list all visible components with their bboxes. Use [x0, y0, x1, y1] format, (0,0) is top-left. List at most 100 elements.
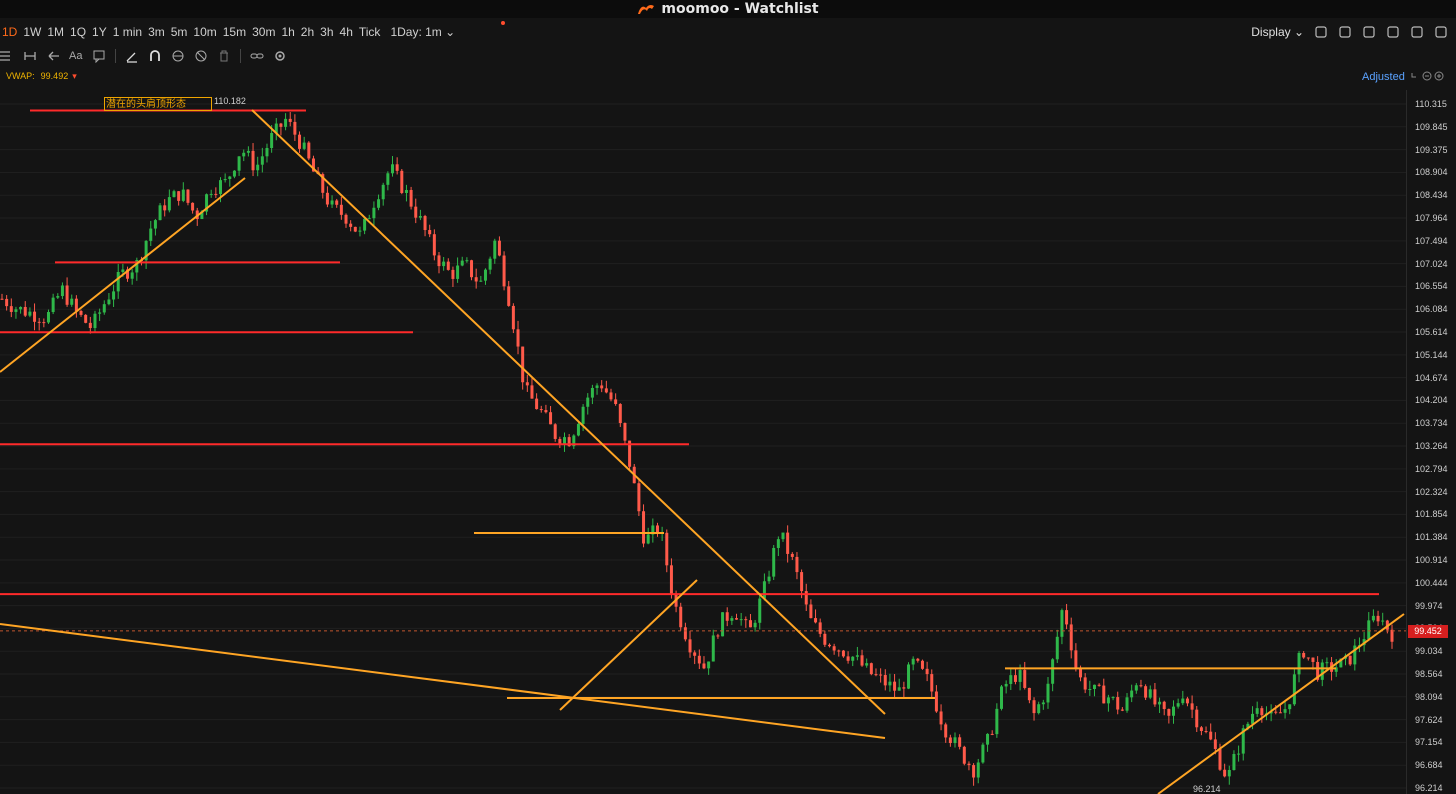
- candle-body: [377, 199, 381, 208]
- timeframe-4h[interactable]: 4h: [340, 25, 359, 39]
- candle-body: [530, 385, 534, 399]
- candle-body: [493, 240, 497, 259]
- timeframe-5m[interactable]: 5m: [171, 25, 194, 39]
- candle-body: [739, 619, 743, 621]
- candle-body: [456, 265, 460, 279]
- candle-body: [1018, 670, 1022, 682]
- candle-body: [944, 724, 948, 738]
- candle-body: [325, 192, 329, 205]
- fullscreen-icon[interactable]: [1410, 25, 1424, 39]
- candle-body: [786, 532, 790, 554]
- price-tick-label: 99.034: [1415, 646, 1443, 657]
- candle-body: [758, 598, 762, 623]
- candle-body: [683, 627, 687, 640]
- window-titlebar: moomoo - Watchlist: [0, 0, 1456, 18]
- zoom-in-icon[interactable]: [1434, 71, 1444, 81]
- hide-icon[interactable]: [194, 49, 208, 63]
- price-tick-label: 100.444: [1415, 577, 1448, 588]
- price-tick-label: 110.315: [1415, 99, 1447, 109]
- timeframe-tick[interactable]: Tick: [359, 25, 387, 39]
- range-icon[interactable]: [23, 49, 37, 63]
- timeframe-2h[interactable]: 2h: [301, 25, 320, 39]
- settings-icon[interactable]: [273, 49, 287, 63]
- layout-icon[interactable]: [1338, 25, 1352, 39]
- timeframe-1h[interactable]: 1h: [281, 25, 300, 39]
- price-tick-label: 107.964: [1415, 213, 1448, 224]
- text-icon[interactable]: Aa: [69, 49, 83, 63]
- candle-body: [772, 547, 776, 577]
- camera-icon[interactable]: [1362, 25, 1376, 39]
- candle-body: [358, 230, 362, 232]
- adjusted-label[interactable]: Adjusted: [1362, 71, 1405, 83]
- magnet-icon[interactable]: [148, 49, 162, 63]
- candle-body: [609, 392, 613, 400]
- display-button[interactable]: Display ⌄: [1251, 25, 1304, 39]
- candle-body: [14, 309, 18, 312]
- candle-body: [702, 663, 706, 669]
- timeframe-3m[interactable]: 3m: [148, 25, 171, 39]
- arrow-back-icon[interactable]: [46, 49, 60, 63]
- candle-body: [79, 310, 83, 315]
- candle-body: [1004, 683, 1008, 687]
- menu-icon[interactable]: [0, 49, 14, 63]
- window-icon[interactable]: [1434, 25, 1448, 39]
- candle-body: [121, 269, 125, 272]
- interval-select[interactable]: 1Day: 1m ⌄: [390, 25, 461, 39]
- candle-body: [1292, 674, 1296, 705]
- candle-body: [232, 170, 236, 177]
- timeframe-10m[interactable]: 10m: [193, 25, 222, 39]
- moomoo-logo-icon: [638, 4, 655, 14]
- candle-body: [907, 664, 911, 689]
- candle-body: [590, 387, 594, 398]
- timeframe-1q[interactable]: 1Q: [70, 25, 92, 39]
- price-axis[interactable]: 110.315 109.845 109.375 108.904 108.434 107.9…: [1406, 90, 1456, 794]
- candle-body: [646, 534, 650, 544]
- eye-icon[interactable]: [171, 49, 185, 63]
- vwap-indicator[interactable]: VWAP: 99.492 ▾: [6, 71, 77, 82]
- pattern-annotation[interactable]: 潜在的头肩顶形态: [104, 97, 212, 111]
- gear-icon[interactable]: [1314, 25, 1328, 39]
- timeframe-1d[interactable]: 1D: [0, 25, 23, 39]
- candle-body: [442, 261, 446, 267]
- price-tick-label: 106.554: [1415, 281, 1448, 292]
- undo-icon[interactable]: [1410, 71, 1420, 81]
- candle-body: [344, 214, 348, 224]
- candle-body: [558, 438, 562, 444]
- candle-body: [74, 298, 78, 311]
- candlestick-chart[interactable]: [0, 90, 1406, 794]
- price-tick-label: 105.144: [1415, 349, 1448, 360]
- candle-body: [721, 612, 725, 637]
- timeframe-30m[interactable]: 30m: [252, 25, 281, 39]
- timeframe-15m[interactable]: 15m: [223, 25, 252, 39]
- candle-body: [293, 121, 297, 135]
- candle-body: [604, 388, 608, 393]
- timeframe-1m[interactable]: 1M: [47, 25, 70, 39]
- price-tick-label: 96.684: [1415, 760, 1443, 771]
- candle-body: [1195, 709, 1199, 728]
- trash-icon[interactable]: [217, 49, 231, 63]
- candle-body: [995, 708, 999, 735]
- candle-body: [163, 205, 167, 211]
- candle-body: [1139, 685, 1143, 687]
- zoom-out-icon[interactable]: [1422, 71, 1432, 81]
- candle-body: [595, 385, 599, 388]
- timeframe-1-min[interactable]: 1 min: [113, 25, 148, 39]
- candle-body: [5, 298, 9, 307]
- price-tick-label: 97.624: [1415, 714, 1443, 725]
- candle-body: [893, 681, 897, 691]
- candle-body: [535, 398, 539, 410]
- candle-body: [497, 240, 501, 256]
- price-tick-label: 108.434: [1415, 190, 1448, 201]
- candle-body: [1134, 685, 1138, 691]
- timeframe-1y[interactable]: 1Y: [92, 25, 113, 39]
- pencil-icon[interactable]: [125, 49, 139, 63]
- timeframe-3h[interactable]: 3h: [320, 25, 339, 39]
- comment-icon[interactable]: [92, 49, 106, 63]
- candle-body: [423, 216, 427, 231]
- link-icon[interactable]: [250, 49, 264, 63]
- candle-body: [451, 269, 455, 279]
- pen-icon[interactable]: [1386, 25, 1400, 39]
- timeframe-1w[interactable]: 1W: [23, 25, 47, 39]
- caret-down-icon[interactable]: ▾: [72, 71, 77, 81]
- candle-body: [172, 191, 176, 198]
